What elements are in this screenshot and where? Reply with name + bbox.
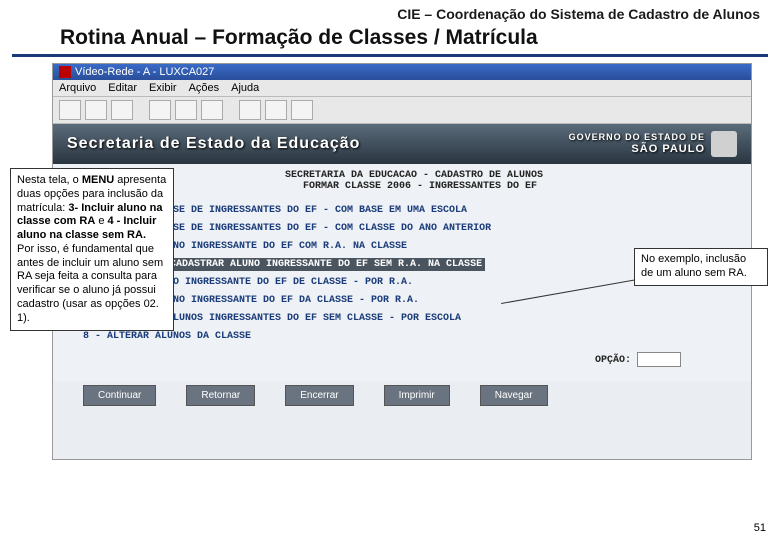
menu-opt-3[interactable]: 3 - INCLUIR ALUNO INGRESSANTE DO EF COM … <box>83 241 721 252</box>
window-titlebar: Vídeo-Rede - A - LUXCA027 <box>53 64 751 80</box>
terminal-header-row: JCAA SECRETARIA DA EDUCACAO - CADASTRO D… <box>83 170 721 181</box>
menu-opt-7[interactable]: 7 - CONSULTAR ALUNOS INGRESSANTES DO EF … <box>83 313 721 324</box>
menu-opt-6[interactable]: 6 - EXCLUIR ALUNO INGRESSANTE DO EF DA C… <box>83 295 721 306</box>
menu-ajuda[interactable]: Ajuda <box>231 82 259 94</box>
callout-left: Nesta tela, o MENU apresenta duas opções… <box>10 168 174 331</box>
toolbar-btn-5[interactable] <box>175 100 197 120</box>
toolbar-btn-2[interactable] <box>85 100 107 120</box>
menu-arquivo[interactable]: Arquivo <box>59 82 96 94</box>
screen-subtitle: FORMAR CLASSE 2006 - INGRESSANTES DO EF <box>303 181 537 192</box>
menu-opt-1[interactable]: 1 - FORMAR CLASSE DE INGRESSANTES DO EF … <box>83 205 721 216</box>
toolbar-btn-9[interactable] <box>291 100 313 120</box>
btn-navegar[interactable]: Navegar <box>480 385 548 406</box>
window-title-text: Vídeo-Rede - A - LUXCA027 <box>75 66 214 78</box>
toolbar-btn-3[interactable] <box>111 100 133 120</box>
banner-right-line2: SÃO PAULO <box>569 143 705 155</box>
opcao-label: OPÇÃO: <box>595 355 631 366</box>
opcao-row: OPÇÃO: <box>83 352 681 367</box>
banner-right-line1: GOVERNO DO ESTADO DE <box>569 133 705 143</box>
menu-acoes[interactable]: Ações <box>189 82 220 94</box>
toolbar-btn-4[interactable] <box>149 100 171 120</box>
banner-right: GOVERNO DO ESTADO DE SÃO PAULO <box>569 131 737 157</box>
screen-title: SECRETARIA DA EDUCACAO - CADASTRO DE ALU… <box>285 170 543 181</box>
menu-opt-4[interactable]: 4 - INCLUIR / CADASTRAR ALUNO INGRESSANT… <box>83 259 721 270</box>
terminal-header-row2: 06.2.0 FORMAR CLASSE 2006 - INGRESSANTES… <box>83 181 721 192</box>
toolbar-btn-6[interactable] <box>201 100 223 120</box>
toolbar-btn-8[interactable] <box>265 100 287 120</box>
menu-opt-5[interactable]: 5 - TROCAR ALUNO INGRESSANTE DO EF DE CL… <box>83 277 721 288</box>
menu-editar[interactable]: Editar <box>108 82 137 94</box>
page-number: 51 <box>754 522 766 534</box>
sp-logo-icon <box>711 131 737 157</box>
btn-retornar[interactable]: Retornar <box>186 385 255 406</box>
callout-right: No exemplo, inclusão de um aluno sem RA. <box>634 248 768 286</box>
title-underline <box>12 54 768 57</box>
menu-opt-2[interactable]: 2 - FORMAR CLASSE DE INGRESSANTES DO EF … <box>83 223 721 234</box>
banner: Secretaria de Estado da Educação GOVERNO… <box>53 124 751 164</box>
opcao-input[interactable] <box>637 352 681 367</box>
toolbar-btn-1[interactable] <box>59 100 81 120</box>
banner-text: Secretaria de Estado da Educação <box>67 135 360 153</box>
menu-opt-8[interactable]: 8 - ALTERAR ALUNOS DA CLASSE <box>83 331 721 342</box>
slide-header: CIE – Coordenação do Sistema de Cadastro… <box>0 0 780 24</box>
toolbar-btn-7[interactable] <box>239 100 261 120</box>
bottom-buttons: Continuar Retornar Encerrar Imprimir Nav… <box>53 381 751 414</box>
toolbar <box>53 97 751 124</box>
menubar: Arquivo Editar Exibir Ações Ajuda <box>53 80 751 97</box>
app-icon <box>59 66 71 78</box>
btn-continuar[interactable]: Continuar <box>83 385 156 406</box>
btn-encerrar[interactable]: Encerrar <box>285 385 353 406</box>
slide-title: Rotina Anual – Formação de Classes / Mat… <box>0 24 780 54</box>
menu-exibir[interactable]: Exibir <box>149 82 177 94</box>
btn-imprimir[interactable]: Imprimir <box>384 385 450 406</box>
